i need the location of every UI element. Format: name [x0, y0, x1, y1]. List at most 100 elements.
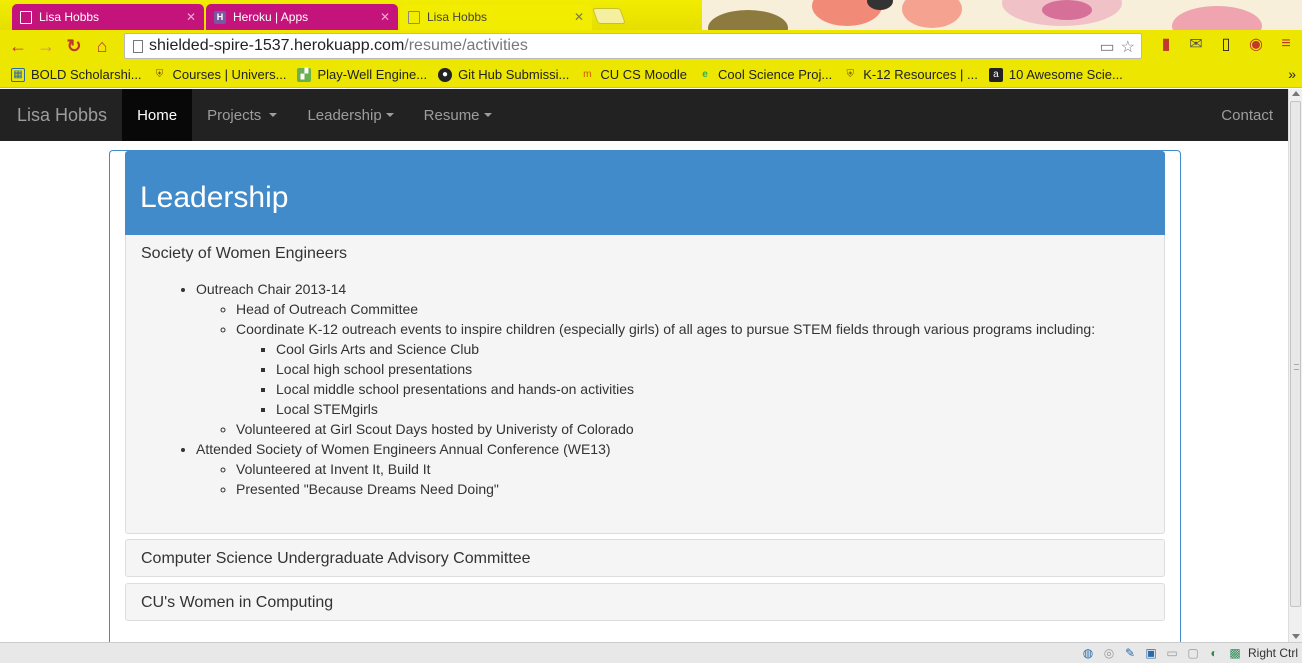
- list-item: Presented "Because Dreams Need Doing": [236, 479, 1095, 499]
- tab-3-active[interactable]: Lisa Hobbs ✕: [400, 4, 592, 30]
- back-button[interactable]: ←: [4, 32, 32, 60]
- bookmark-item[interactable]: ⛨ K-12 Resources | ...: [843, 67, 977, 82]
- list-item-text: Volunteered at Invent It, Build It: [236, 461, 431, 477]
- usb-icon[interactable]: ▩: [1227, 645, 1243, 661]
- accordion-section-csuac[interactable]: Computer Science Undergraduate Advisory …: [125, 539, 1165, 577]
- host-key-label: Right Ctrl: [1247, 646, 1298, 660]
- tab-title: Lisa Hobbs: [427, 10, 488, 24]
- bookmark-item[interactable]: e Cool Science Proj...: [698, 67, 832, 82]
- reload-button[interactable]: ↻: [60, 32, 88, 60]
- bookmark-item[interactable]: ● Git Hub Submissi...: [438, 67, 569, 82]
- list-item: Volunteered at Girl Scout Days hosted by…: [236, 419, 1095, 439]
- address-bar[interactable]: shielded-spire-1537.herokuapp.com/resume…: [124, 33, 1142, 59]
- heroku-icon: H: [214, 10, 226, 24]
- page-icon: [133, 39, 143, 53]
- accordion-section-swe: Society of Women Engineers Outreach Chai…: [125, 235, 1165, 534]
- tab-strip: Lisa Hobbs ✕ H Heroku | Apps ✕ Lisa Hobb…: [0, 0, 1302, 30]
- bookmark-item[interactable]: a 10 Awesome Scie...: [988, 67, 1123, 82]
- folder-icon[interactable]: ▭: [1164, 645, 1180, 661]
- moodle-icon: m: [583, 69, 592, 80]
- browser-toolbar: ← → ↻ ⌂ shielded-spire-1537.herokuapp.co…: [0, 30, 1302, 62]
- disk-icon[interactable]: ◍: [1080, 645, 1096, 661]
- site-navbar: Lisa Hobbs Home Projects Leadership Resu…: [0, 89, 1288, 141]
- bookmark-label: Play-Well Engine...: [317, 67, 428, 82]
- scrollbar-thumb[interactable]: [1290, 101, 1301, 607]
- display-icon[interactable]: ▣: [1143, 645, 1159, 661]
- bookmark-label: Courses | Univers...: [172, 67, 287, 82]
- university-icon: ⛨: [846, 69, 854, 80]
- menu-icon[interactable]: ≡: [1276, 35, 1296, 53]
- scroll-down-icon[interactable]: [1292, 634, 1300, 639]
- extension-icons: ▮ ✉ ▯ ◉ ≡: [1156, 34, 1296, 54]
- forward-button[interactable]: →: [32, 32, 60, 60]
- optical-drive-icon[interactable]: ◎: [1101, 645, 1117, 661]
- accordion-heading[interactable]: Computer Science Undergraduate Advisory …: [126, 540, 1164, 578]
- amazon-icon: a: [988, 67, 1003, 82]
- bookmark-item[interactable]: ▞ Play-Well Engine...: [297, 67, 427, 82]
- list-item: Coordinate K-12 outreach events to inspi…: [236, 319, 1095, 419]
- forward-arrow-icon: →: [37, 35, 55, 56]
- list-item: Local STEMgirls: [276, 399, 1095, 419]
- grip-icon: [1294, 364, 1299, 370]
- bookmark-item[interactable]: m CU CS Moodle: [580, 67, 687, 82]
- mail-checker-icon[interactable]: ✉: [1186, 34, 1206, 54]
- back-arrow-icon: ←: [9, 35, 27, 56]
- network-icon[interactable]: ◐: [1206, 645, 1222, 661]
- nav-projects-dropdown[interactable]: Projects: [192, 89, 292, 141]
- bookmark-label: 10 Awesome Scie...: [1008, 67, 1123, 82]
- close-icon[interactable]: ✕: [380, 10, 390, 24]
- site-brand[interactable]: Lisa Hobbs: [0, 89, 122, 141]
- bookmark-star-icon[interactable]: ☆: [1121, 37, 1135, 57]
- adblock-icon[interactable]: ◉: [1246, 34, 1266, 54]
- bookmark-extension-icon[interactable]: ▮: [1156, 34, 1176, 54]
- nav-label: Contact: [1221, 106, 1273, 124]
- vertical-scrollbar[interactable]: [1288, 89, 1302, 642]
- list-item-text: Local middle school presentations and ha…: [276, 381, 634, 397]
- close-icon[interactable]: ✕: [574, 10, 584, 24]
- list-item: Outreach Chair 2013-14 Head of Outreach …: [196, 279, 1095, 439]
- list-item-text: Outreach Chair 2013-14: [196, 281, 347, 297]
- list-item: Attended Society of Women Engineers Annu…: [196, 439, 1095, 499]
- list-item-text: Cool Girls Arts and Science Club: [276, 341, 480, 357]
- page-icon: [408, 10, 420, 24]
- panel-header: Leadership: [125, 151, 1165, 235]
- list-item: Cool Girls Arts and Science Club: [276, 339, 1095, 359]
- list-item: Volunteered at Invent It, Build It: [236, 459, 1095, 479]
- bookmark-label: Git Hub Submissi...: [458, 67, 570, 82]
- bookmark-label: Cool Science Proj...: [718, 67, 833, 82]
- close-icon[interactable]: ✕: [186, 10, 196, 24]
- tab-title: Heroku | Apps: [233, 10, 309, 24]
- accordion-heading[interactable]: CU's Women in Computing: [126, 584, 1164, 622]
- new-tab-button[interactable]: [592, 8, 626, 24]
- url-path: /resume/activities: [404, 37, 528, 54]
- bookmark-item[interactable]: ⛨ Courses | Univers...: [153, 67, 287, 82]
- home-button[interactable]: ⌂: [88, 32, 116, 60]
- nav-contact[interactable]: Contact: [1206, 89, 1288, 141]
- list-item-text: Volunteered at Girl Scout Days hosted by…: [236, 421, 634, 437]
- nav-home[interactable]: Home: [122, 89, 193, 141]
- scroll-up-icon[interactable]: [1292, 91, 1300, 96]
- list-item-text: Presented "Because Dreams Need Doing": [236, 481, 499, 497]
- reload-icon: ↻: [66, 35, 82, 56]
- accordion-heading[interactable]: Society of Women Engineers: [126, 235, 1164, 273]
- activity-list: Outreach Chair 2013-14 Head of Outreach …: [196, 279, 1095, 499]
- nav-label: Leadership: [307, 106, 382, 124]
- theme-decoration: [702, 0, 1302, 30]
- pen-icon[interactable]: ✎: [1122, 645, 1138, 661]
- list-item: Head of Outreach Committee: [236, 299, 1095, 319]
- list-item-text: Coordinate K-12 outreach events to inspi…: [236, 321, 1096, 337]
- window-icon[interactable]: ▢: [1185, 645, 1201, 661]
- nav-leadership-dropdown[interactable]: Leadership: [292, 89, 408, 141]
- nav-resume-dropdown[interactable]: Resume: [409, 89, 507, 141]
- bookmark-item[interactable]: ▦ BOLD Scholarshi...: [11, 67, 142, 82]
- tab-2[interactable]: H Heroku | Apps ✕: [206, 4, 398, 30]
- phone-extension-icon[interactable]: ▯: [1216, 34, 1236, 54]
- accordion-section-wic[interactable]: CU's Women in Computing: [125, 583, 1165, 621]
- bookmark-label: CU CS Moodle: [600, 67, 688, 82]
- caret-down-icon: [483, 113, 492, 117]
- tab-1[interactable]: Lisa Hobbs ✕: [12, 4, 204, 30]
- list-item-text: Local high school presentations: [276, 361, 473, 377]
- list-item-text: Attended Society of Women Engineers Annu…: [196, 441, 611, 457]
- bookmarks-overflow-button[interactable]: »: [1288, 66, 1296, 82]
- reader-mode-icon[interactable]: ▭: [1100, 37, 1115, 57]
